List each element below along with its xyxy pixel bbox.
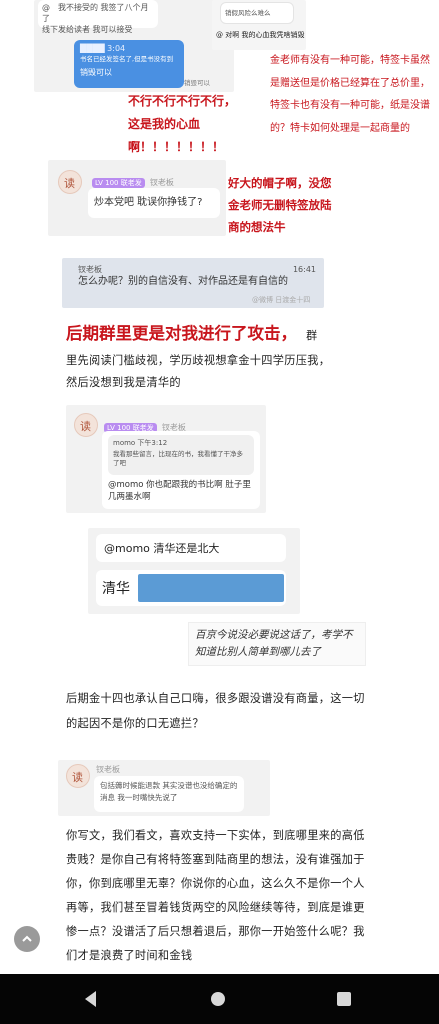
chat-text: 线下发给读者 我可以接受 — [42, 25, 133, 34]
recent-square-icon — [337, 992, 351, 1006]
chat-bubble: 清华 — [96, 570, 286, 606]
back-button[interactable] — [80, 988, 102, 1010]
redacted-line: ████ 3:04 — [80, 44, 126, 53]
redaction-block — [138, 574, 284, 602]
avatar: 读 — [58, 170, 82, 194]
quoted-text: 我看那些留言，比现在的书，我看懂了干净多了吧 — [113, 450, 243, 467]
chevron-up-icon — [22, 935, 32, 942]
chat-text: 清华 — [102, 581, 130, 597]
chat-bubble: @momo 清华还是北大 — [96, 534, 286, 562]
chat-bubble: 销假风险么难么 — [220, 2, 294, 24]
chat-screenshot: 读 LV 100 联老发 钗老板 炒本党吧 耽误你挣钱了? — [48, 160, 226, 236]
chat-bubble: @ 我不接受的 我签了八个月了 线下发给读者 我可以接受 — [38, 0, 158, 34]
quoted-sender: momo 下午3:12 — [113, 439, 168, 447]
chat-text: 包括薅时候能退款 其实没谱也没给确定的消息 我一时嘴快先说了 — [100, 781, 238, 802]
top-chat-screenshot: @ 我不接受的 我签了八个月了 线下发给读者 我可以接受 ████ 3:04 书… — [34, 0, 234, 92]
sender-name: 钗老板 — [96, 765, 120, 774]
chat-text: 销毁可以 — [80, 68, 112, 77]
chat-text: @ 我不接受的 我签了八个月了 — [42, 3, 149, 23]
red-annotation: 金老师有没有一种可能，特签卡虽然是赠送但是价格已经算在了总价里，特签卡也有没有一… — [270, 55, 430, 134]
handwritten-note: 百京今说没必要说这话了，考学不知道比别人简单到哪儿去了 — [188, 622, 366, 666]
red-annotation: 不行不行不行不行，这是我的心血啊！！！！！！！ — [128, 94, 237, 154]
chat-text: 销毁可以 — [184, 79, 210, 87]
chat-text: @ 对啊 我的心血我凭啥销毁 — [216, 31, 305, 39]
message-time: 16:41 — [292, 265, 316, 274]
avatar: 读 — [74, 413, 98, 437]
red-annotation: 好大的帽子啊，没您金老师无删特签放陆商的想法牛 — [228, 176, 332, 234]
paragraph-line: 里先阅读门槛歧视，学历歧视想拿金十四学历压我， — [66, 354, 331, 367]
blue-chat-bubble: ████ 3:04 书名已经发签名了,但是书没有到 销毁可以 — [74, 40, 184, 88]
chat-bubble: 炒本党吧 耽误你挣钱了? — [88, 188, 220, 218]
sender-name: 钗老板 — [78, 265, 102, 274]
sender-name: 钗老板 — [149, 178, 174, 187]
chat-bubble: momo 下午3:12 我看那些留言，比现在的书，我看懂了干净多了吧 @momo… — [102, 431, 260, 509]
headline: 后期群里更是对我进行了攻击， 群 — [66, 320, 317, 344]
avatar: 读 — [66, 764, 90, 788]
top-chat-screenshot-right: 销假风险么难么 @ 对啊 我的心血我凭啥销毁 — [212, 0, 306, 50]
paragraph-line: 惨一点？没谱活了后只想着退后，那你一开始签什么呢？我 — [66, 925, 365, 938]
home-button[interactable] — [208, 989, 228, 1009]
paragraph-line: 贵贱？是你自己有将特签塞到陆商里的想法，没有谁强加于 — [66, 853, 365, 866]
level-badge: LV 100 联老发 — [92, 178, 145, 188]
chat-text: 炒本党吧 耽误你挣钱了? — [94, 197, 203, 208]
headline-tail: 群 — [306, 329, 318, 342]
paragraph-line: 后期金十四也承认自己口嗨，很多跟没谱没有商量，这一切 — [66, 692, 365, 705]
home-circle-icon — [211, 992, 225, 1006]
chat-screenshot: 读 钗老板 包括薅时候能退款 其实没谱也没给确定的消息 我一时嘴快先说了 — [58, 760, 270, 816]
paragraph-line: 你写文，我们看文，喜欢支持一下实体，到底哪里来的高低 — [66, 829, 365, 842]
chat-bubble: 包括薅时候能退款 其实没谱也没给确定的消息 我一时嘴快先说了 — [94, 776, 244, 812]
chat-text: 怎么办呢？别的自信没有、对作品还是有自信的 — [78, 276, 288, 287]
paragraph-line: 再等，我们甚至冒着钱货两空的风险继续等待，到底是谁更 — [66, 901, 365, 914]
paragraph-line: 的起因不是你的口无遮拦？ — [66, 717, 204, 730]
watermark: @微博 日渡金十四 — [252, 296, 311, 304]
back-triangle-icon — [85, 991, 96, 1007]
scroll-to-top-button[interactable] — [14, 926, 40, 952]
paragraph-line: 然后没想到我是清华的 — [66, 376, 181, 389]
chat-header: LV 100 联老发 钗老板 — [92, 170, 174, 189]
recents-button[interactable] — [334, 989, 354, 1009]
paragraph-line: 们才是浪费了时间和金钱 — [66, 949, 193, 962]
avatar-glyph-icon: 读 — [72, 771, 83, 784]
chat-screenshot: 读 LV 100 联老发 钗老板 momo 下午3:12 我看那些留言，比现在的… — [66, 405, 266, 513]
chat-text: 销假风险么难么 — [225, 9, 271, 17]
chat-text: 书名已经发签名了,但是书没有到 — [80, 55, 174, 63]
quoted-message: momo 下午3:12 我看那些留言，比现在的书，我看懂了干净多了吧 — [108, 435, 254, 475]
chat-screenshot: @momo 清华还是北大 清华 — [88, 528, 300, 614]
paragraph-line: 你，你到底哪里无辜？你说你的心血，这么久不是你一个人 — [66, 877, 365, 890]
headline-text: 后期群里更是对我进行了攻击， — [66, 324, 297, 343]
chat-text: @momo 你也配跟我的书比啊 肚子里几两墨水啊 — [108, 480, 251, 502]
chat-text: @momo 清华还是北大 — [104, 542, 220, 555]
avatar-glyph-icon: 读 — [64, 177, 75, 190]
system-nav-bar — [0, 974, 439, 1024]
avatar-glyph-icon: 读 — [80, 420, 91, 433]
